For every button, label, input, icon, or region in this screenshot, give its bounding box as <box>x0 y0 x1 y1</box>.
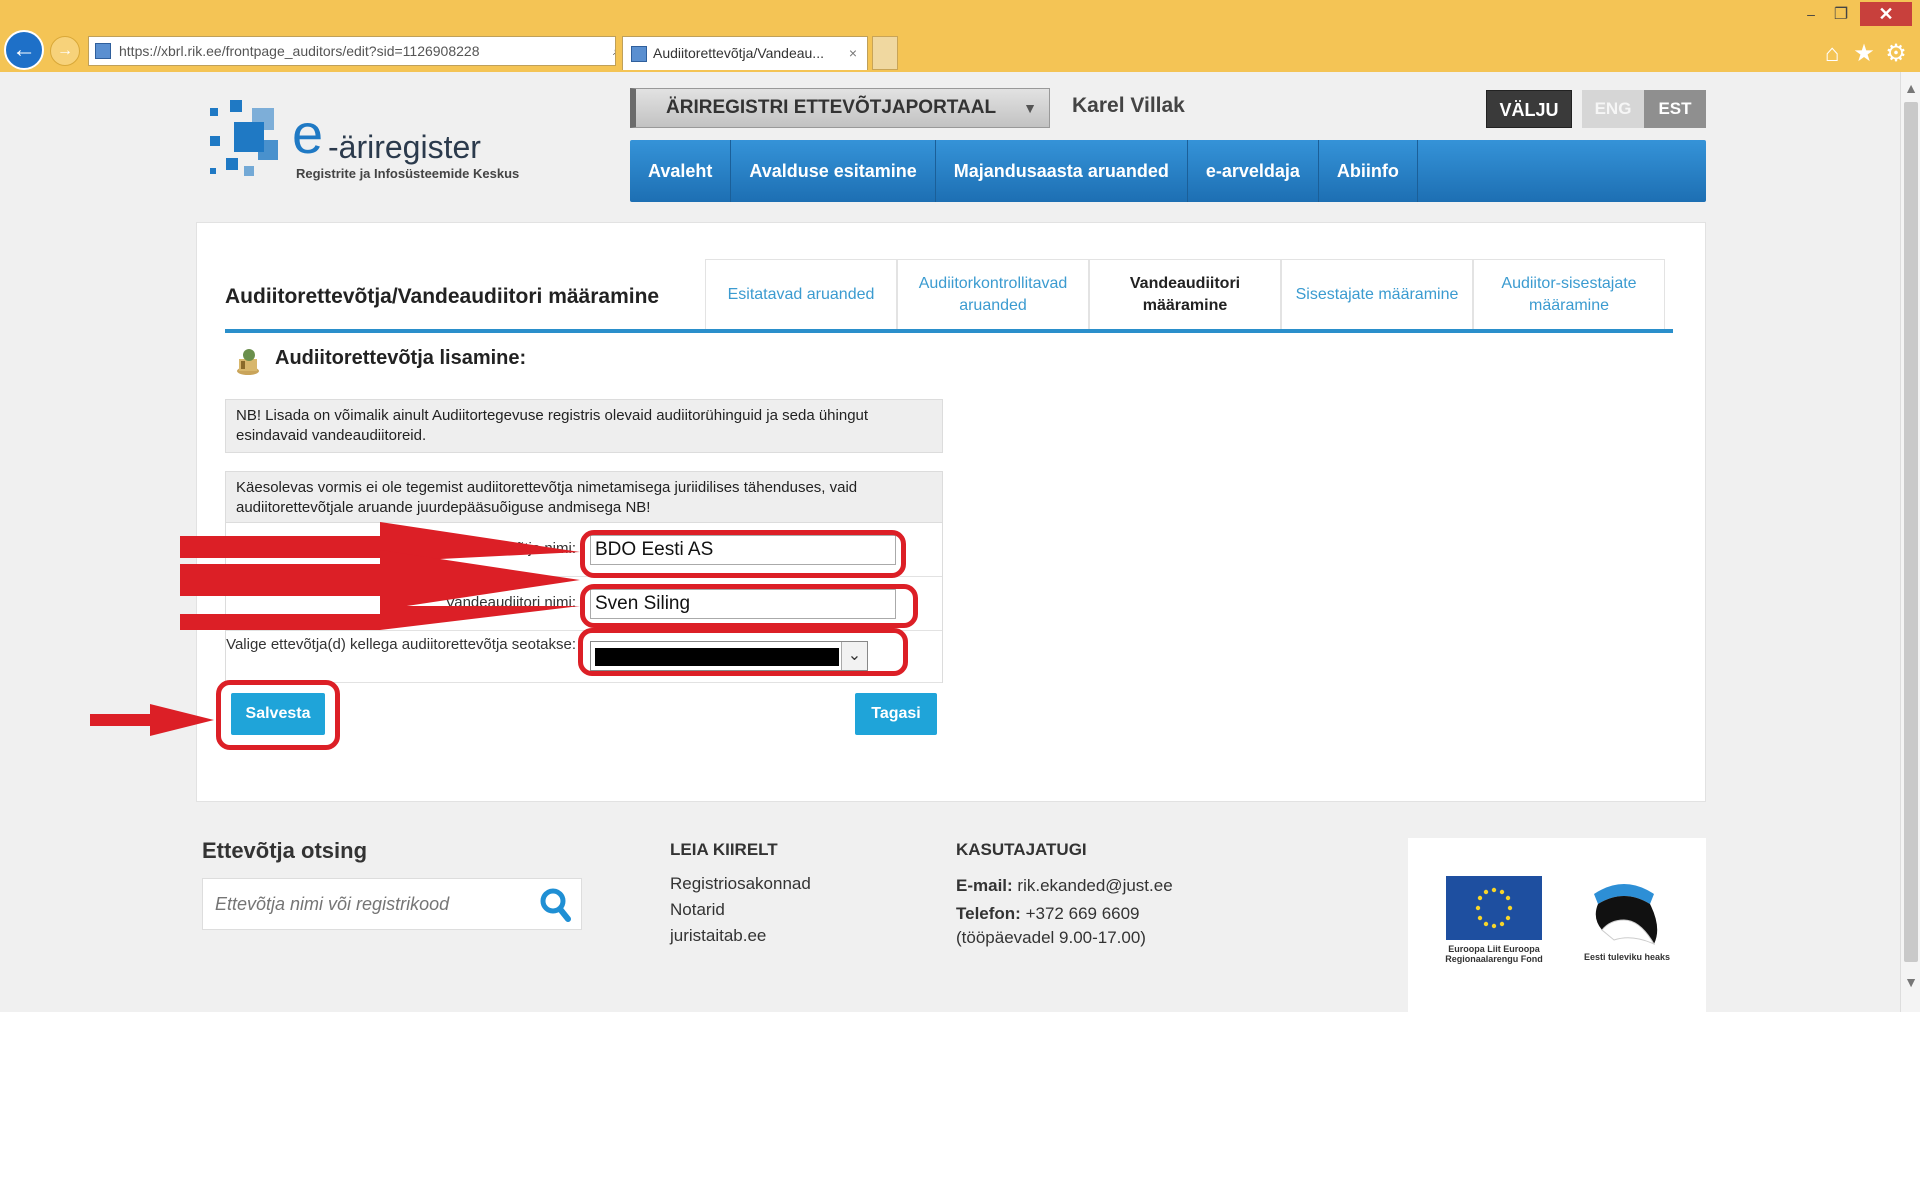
page-title: Audiitorettevõtja/Vandeaudiitori määrami… <box>225 285 660 308</box>
e-ariregister-logo[interactable]: e -äriregister Registrite ja Infosüsteem… <box>206 100 566 190</box>
tab-audiitor-sisestajate-maaramine[interactable]: Audiitor-sisestajate määramine <box>1473 259 1665 329</box>
browser-back-icon[interactable]: ← <box>4 30 44 70</box>
quick-link-notarid[interactable]: Notarid <box>670 900 725 920</box>
address-bar[interactable]: https://xbrl.rik.ee/frontpage_auditors/e… <box>88 36 616 66</box>
support-title: KASUTAJATUGI <box>956 840 1087 859</box>
support-phone: Telefon: +372 669 6609 <box>956 904 1140 924</box>
email-link[interactable]: rik.ekanded@just.ee <box>1017 876 1172 895</box>
address-url: https://xbrl.rik.ee/frontpage_auditors/e… <box>119 43 480 59</box>
chevron-down-icon: ▼ <box>1023 100 1037 116</box>
scroll-thumb[interactable] <box>1904 102 1918 962</box>
address-tools-icon[interactable]: ⌕▾🔒↻ <box>609 37 615 65</box>
nav-item-majandusaasta-aruanded[interactable]: Majandusaasta aruanded <box>936 140 1188 202</box>
tab-title: Audiitorettevõtja/Vandeau... <box>653 45 824 61</box>
scroll-up-icon[interactable]: ▲ <box>1901 80 1920 96</box>
browser-tab[interactable]: Audiitorettevõtja/Vandeau... × <box>622 36 868 70</box>
highlight-save-button <box>216 680 340 750</box>
quick-link-registriosakonnad[interactable]: Registriosakonnad <box>670 874 811 894</box>
nav-item-e-arveldaja[interactable]: e-arveldaja <box>1188 140 1319 202</box>
company-select-label: Valige ettevõtja(d) kellega audiitorette… <box>226 636 576 653</box>
tabs-underline <box>225 329 1673 333</box>
save-arrow-icon <box>90 704 214 736</box>
portal-selector-label: ÄRIREGISTRI ETTEVÕTJAPORTAAL <box>666 97 997 118</box>
support-hours: (tööpäevadel 9.00-17.00) <box>956 928 1146 947</box>
highlight-company-input <box>580 530 906 578</box>
vertical-scrollbar[interactable]: ▲ ▼ <box>1900 72 1920 1012</box>
company-search-input[interactable] <box>215 891 525 917</box>
quick-links-title: LEIA KIIRELT <box>670 840 778 859</box>
favorites-star-icon[interactable]: ★ <box>1850 40 1878 68</box>
logout-button[interactable]: VÄLJU <box>1486 90 1572 128</box>
language-est-button[interactable]: EST <box>1644 90 1706 128</box>
tab-audiitorkontrollitavad-aruanded[interactable]: Audiitorkontrollitavad aruanded <box>897 259 1089 329</box>
auditor-add-icon <box>237 349 259 375</box>
window-maximize-button[interactable]: ❐ <box>1826 4 1856 26</box>
section-title: Audiitorettevõtja lisamine: <box>275 347 527 369</box>
tab-sisestajate-maaramine[interactable]: Sisestajate määramine <box>1281 259 1473 329</box>
nav-item-avaleht[interactable]: Avaleht <box>630 140 732 202</box>
partner-logos: Euroopa Liit Euroopa Regionaalarengu Fon… <box>1408 838 1706 1012</box>
annotation-arrows-icon <box>180 522 580 630</box>
eu-flag-icon <box>1446 876 1542 940</box>
company-search-box <box>202 878 582 930</box>
main-navigation: Avaleht Avalduse esitamine Majandusaasta… <box>630 140 1706 202</box>
logo-e-letter: e <box>292 102 324 165</box>
home-icon[interactable]: ⌂ <box>1818 40 1846 68</box>
estonian-flag-swoosh-icon <box>1594 884 1658 946</box>
nav-item-avalduse-esitamine[interactable]: Avalduse esitamine <box>731 140 936 202</box>
new-tab-button[interactable] <box>872 36 898 70</box>
browser-forward-icon[interactable]: → <box>50 36 80 66</box>
info-note: NB! Lisada on võimalik ainult Audiitorte… <box>225 399 943 453</box>
tab-bar: Esitatavad aruanded Audiitorkontrollitav… <box>705 259 1665 329</box>
highlight-company-select <box>578 628 908 676</box>
user-name: Karel Villak <box>1072 94 1185 117</box>
scroll-down-icon[interactable]: ▼ <box>1901 974 1920 990</box>
tab-esitatavad-aruanded[interactable]: Esitatavad aruanded <box>705 259 897 329</box>
search-icon[interactable] <box>539 887 571 923</box>
quick-link-juristaitab[interactable]: juristaitab.ee <box>670 926 766 946</box>
browser-toolbar: ← → https://xbrl.rik.ee/frontpage_audito… <box>0 0 1920 72</box>
logo-subtitle: Registrite ja Infosüsteemide Keskus <box>296 166 520 181</box>
highlight-auditor-input <box>580 584 918 628</box>
language-eng-button[interactable]: ENG <box>1582 90 1644 128</box>
logo-name: -äriregister <box>328 129 481 165</box>
phone-number: +372 669 6609 <box>1025 904 1140 923</box>
tab-vandeaudiitori-maaramine[interactable]: Vandeaudiitori määramine <box>1089 259 1281 329</box>
tab-favicon-icon <box>631 46 647 62</box>
window-minimize-button[interactable]: – <box>1796 6 1826 26</box>
window-close-button[interactable]: ✕ <box>1860 2 1912 26</box>
ee-caption: Eesti tuleviku heaks <box>1583 952 1671 962</box>
email-label: E-mail: <box>956 876 1013 895</box>
eu-caption: Euroopa Liit Euroopa Regionaalarengu Fon… <box>1445 944 1543 964</box>
settings-gear-icon[interactable]: ⚙ <box>1882 40 1910 68</box>
portal-selector[interactable]: ÄRIREGISTRI ETTEVÕTJAPORTAAL ▼ <box>630 88 1050 128</box>
tab-close-icon[interactable]: × <box>849 37 857 69</box>
phone-label: Telefon: <box>956 904 1021 923</box>
nav-item-abiinfo[interactable]: Abiinfo <box>1319 140 1418 202</box>
company-search-title: Ettevõtja otsing <box>202 838 368 863</box>
page-favicon-icon <box>95 43 111 59</box>
back-button[interactable]: Tagasi <box>855 693 937 735</box>
support-email: E-mail: rik.ekanded@just.ee <box>956 876 1173 896</box>
